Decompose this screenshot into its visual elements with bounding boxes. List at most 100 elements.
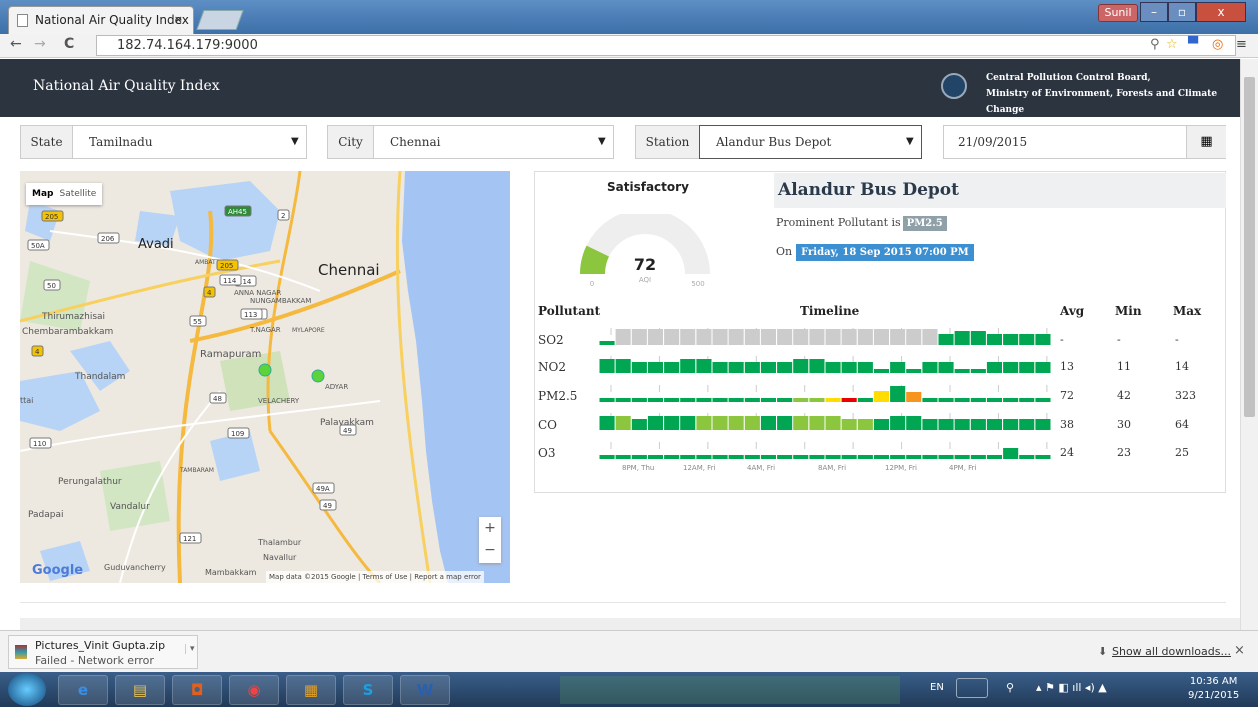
- timeline-bar[interactable]: [760, 362, 776, 373]
- extension-icon[interactable]: ▀: [1188, 37, 1198, 52]
- timeline-bar[interactable]: [922, 329, 938, 345]
- timeline-bar[interactable]: [857, 362, 873, 373]
- timeline-bar[interactable]: [599, 341, 615, 345]
- timeline-bar[interactable]: [760, 416, 776, 430]
- timeline-bar[interactable]: [873, 391, 889, 402]
- map-canvas[interactable]: AvadiChennaiAMBATTURANNA NAGARNUNGAMBAKK…: [20, 171, 510, 583]
- timeline-bar[interactable]: [631, 455, 647, 459]
- download-item[interactable]: Pictures_Vinit Gupta.zip Failed - Networ…: [8, 635, 198, 669]
- timeline-bar[interactable]: [1019, 334, 1035, 345]
- timeline-bar[interactable]: [631, 398, 647, 402]
- timeline-bar[interactable]: [777, 455, 793, 459]
- show-all-downloads-link[interactable]: Show all downloads...: [1112, 645, 1231, 658]
- timeline-bar[interactable]: [599, 398, 615, 402]
- timeline-bar[interactable]: [793, 329, 809, 345]
- timeline-bar[interactable]: [664, 329, 680, 345]
- timeline-bar[interactable]: [986, 334, 1002, 345]
- timeline-bar[interactable]: [1019, 362, 1035, 373]
- outlook-icon[interactable]: ◘: [172, 675, 222, 705]
- timeline-bar[interactable]: [938, 362, 954, 373]
- chevron-down-icon[interactable]: ▾: [185, 644, 195, 654]
- timeline-bar[interactable]: [647, 416, 663, 430]
- timeline-bar[interactable]: [793, 455, 809, 459]
- timeline-bar[interactable]: [728, 362, 744, 373]
- state-select[interactable]: State Tamilnadu ▼: [20, 125, 307, 159]
- timeline-bar[interactable]: [599, 416, 615, 430]
- timeline-bar[interactable]: [825, 416, 841, 430]
- timeline-bar[interactable]: [986, 455, 1002, 459]
- user-badge[interactable]: Sunil: [1098, 4, 1138, 22]
- timeline-bar[interactable]: [890, 455, 906, 459]
- timeline-bar[interactable]: [777, 416, 793, 430]
- satellite-tab[interactable]: Satellite: [59, 189, 102, 199]
- timeline-bar[interactable]: [760, 398, 776, 402]
- timeline-bar[interactable]: [728, 398, 744, 402]
- ie-icon[interactable]: e: [58, 675, 108, 705]
- timeline-bar[interactable]: [890, 362, 906, 373]
- timeline-bar[interactable]: [1003, 419, 1019, 430]
- timeline-bar[interactable]: [1019, 398, 1035, 402]
- timeline-bar[interactable]: [922, 455, 938, 459]
- timeline-bar[interactable]: [760, 455, 776, 459]
- timeline-bar[interactable]: [712, 362, 728, 373]
- timeline-bar[interactable]: [890, 329, 906, 345]
- timeline-bar[interactable]: [970, 331, 986, 345]
- timeline-bar[interactable]: [857, 455, 873, 459]
- timeline-bar[interactable]: [1003, 448, 1019, 459]
- timeline-bar[interactable]: [631, 362, 647, 373]
- timeline-bar[interactable]: [1003, 398, 1019, 402]
- forward-arrow-icon[interactable]: →: [34, 36, 46, 52]
- timeline-bar[interactable]: [793, 416, 809, 430]
- timeline-bar[interactable]: [1019, 455, 1035, 459]
- timeline-bar[interactable]: [664, 362, 680, 373]
- timeline-bar[interactable]: [1035, 398, 1051, 402]
- timeline-bar[interactable]: [696, 329, 712, 345]
- timeline-bar[interactable]: [873, 329, 889, 345]
- timeline-bar[interactable]: [599, 455, 615, 459]
- timeline-bar[interactable]: [1035, 419, 1051, 430]
- timeline-bar[interactable]: [954, 455, 970, 459]
- chrome-icon[interactable]: ◉: [229, 675, 279, 705]
- timeline-bar[interactable]: [922, 419, 938, 430]
- timeline-bar[interactable]: [938, 334, 954, 345]
- language-indicator[interactable]: EN: [930, 682, 944, 693]
- address-bar[interactable]: 182.74.164.179:9000: [96, 35, 1236, 56]
- timeline-bar[interactable]: [744, 455, 760, 459]
- timeline-bar[interactable]: [1003, 334, 1019, 345]
- timeline-bar[interactable]: [777, 329, 793, 345]
- site-title[interactable]: National Air Quality Index: [33, 78, 220, 94]
- city-select[interactable]: City Chennai ▼: [327, 125, 614, 159]
- timeline-bar[interactable]: [647, 329, 663, 345]
- page-scrollbar[interactable]: [1240, 59, 1258, 630]
- explorer-icon[interactable]: ▤: [115, 675, 165, 705]
- new-tab-button[interactable]: [196, 10, 244, 30]
- timeline-bar[interactable]: [857, 419, 873, 430]
- timeline-bar[interactable]: [857, 329, 873, 345]
- timeline-bar[interactable]: [728, 455, 744, 459]
- timeline-bar[interactable]: [906, 416, 922, 430]
- zoom-in-button[interactable]: +: [479, 517, 501, 539]
- timeline-bar[interactable]: [712, 416, 728, 430]
- menu-icon[interactable]: ≡: [1236, 37, 1247, 52]
- timeline-bar[interactable]: [938, 398, 954, 402]
- timeline-bar[interactable]: [809, 455, 825, 459]
- timeline-bar[interactable]: [841, 362, 857, 373]
- timeline-bar[interactable]: [970, 398, 986, 402]
- timeline-bar[interactable]: [873, 455, 889, 459]
- timeline-bar[interactable]: [696, 416, 712, 430]
- map-tab[interactable]: Map: [26, 189, 59, 199]
- word-icon[interactable]: W: [400, 675, 450, 705]
- timeline-bar[interactable]: [680, 329, 696, 345]
- browser-tab[interactable]: National Air Quality Index ×: [8, 6, 194, 34]
- bookmark-star-icon[interactable]: ☆: [1166, 37, 1178, 52]
- zoom-out-button[interactable]: −: [479, 539, 501, 561]
- timeline-bar[interactable]: [986, 362, 1002, 373]
- timeline-bar[interactable]: [809, 329, 825, 345]
- timeline-bar[interactable]: [728, 329, 744, 345]
- tab-close-icon[interactable]: ×: [174, 7, 183, 33]
- timeline-bar[interactable]: [922, 362, 938, 373]
- timeline-bar[interactable]: [825, 329, 841, 345]
- timeline-bar[interactable]: [631, 419, 647, 430]
- timeline-bar[interactable]: [647, 398, 663, 402]
- start-button[interactable]: [8, 673, 46, 706]
